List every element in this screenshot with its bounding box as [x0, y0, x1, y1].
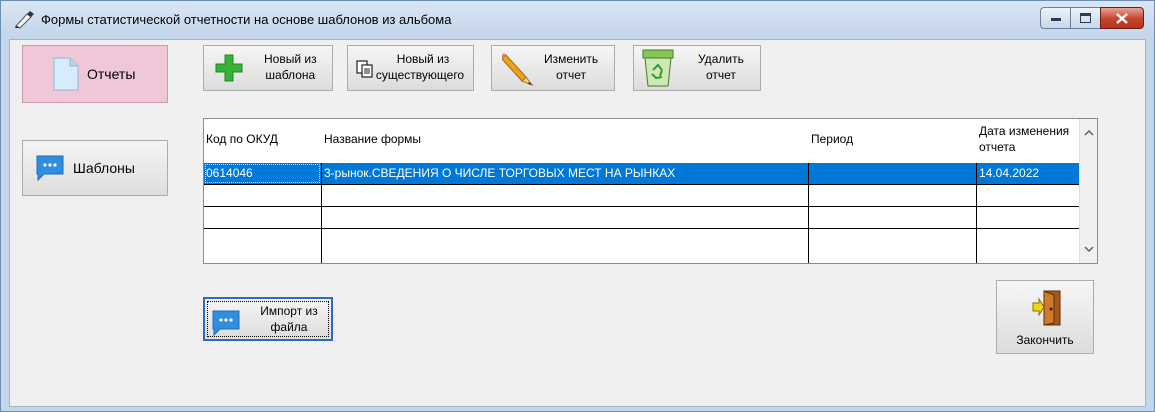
maximize-icon [1080, 13, 1091, 23]
close-button[interactable] [1100, 7, 1144, 29]
column-divider [808, 163, 809, 263]
minimize-icon [1050, 18, 1061, 21]
recycle-bin-icon [642, 49, 674, 87]
delete-report-label-2: отчет [705, 68, 736, 82]
minimize-button[interactable] [1040, 7, 1070, 29]
table-row[interactable] [204, 185, 1080, 207]
scroll-down-button[interactable] [1080, 239, 1097, 259]
import-label-2: файла [270, 320, 308, 334]
templates-label: Шаблоны [73, 160, 135, 176]
column-header-date-changed[interactable]: Дата изменения отчета [979, 123, 1079, 167]
app-icon [15, 11, 34, 29]
cell-date: 14.04.2022 [979, 166, 1040, 180]
table-scrollbar[interactable] [1079, 119, 1097, 263]
table-row[interactable] [204, 229, 1080, 251]
new-from-template-label-2: шаблона [265, 68, 316, 82]
templates-button[interactable]: Шаблоны [22, 140, 168, 196]
import-label-1: Импорт из [260, 304, 318, 318]
reports-label: Отчеты [87, 66, 136, 82]
new-from-template-label-1: Новый из [264, 52, 317, 66]
new-from-existing-label-2: существующего [375, 68, 465, 82]
edit-report-label-2: отчет [556, 68, 587, 82]
reports-button[interactable]: Отчеты [22, 45, 168, 103]
pencil-icon [502, 53, 534, 87]
cell-period [809, 163, 976, 184]
delete-report-button[interactable]: Удалить отчет [633, 45, 761, 91]
new-from-existing-label-1: Новый из [396, 52, 450, 66]
edit-report-button[interactable]: Изменить отчет [491, 45, 615, 91]
title-bar[interactable]: Формы статистической отчетности на основ… [1, 1, 1154, 39]
green-plus-icon [215, 54, 243, 82]
new-from-existing-button[interactable]: Новый из существующего [347, 45, 474, 91]
cell-form-name: 3-рынок.СВЕДЕНИЯ О ЧИСЛЕ ТОРГОВЫХ МЕСТ Н… [324, 166, 676, 180]
maximize-button[interactable] [1070, 7, 1100, 29]
finish-button[interactable]: Закончить [996, 280, 1094, 354]
chat-bubble-icon [212, 310, 240, 337]
column-divider [321, 163, 322, 263]
scroll-up-button[interactable] [1080, 123, 1097, 143]
import-from-file-button[interactable]: Импорт из файла [203, 297, 333, 341]
table-header: Код по ОКУД Название формы Период Дата и… [204, 119, 1080, 163]
close-icon [1116, 12, 1128, 24]
edit-report-label-1: Изменить [544, 52, 599, 66]
column-divider [976, 163, 977, 263]
window-title: Формы статистической отчетности на основ… [41, 12, 452, 27]
table-row[interactable]: 0614046 3-рынок.СВЕДЕНИЯ О ЧИСЛЕ ТОРГОВЫ… [204, 163, 1080, 185]
reports-table[interactable]: Код по ОКУД Название формы Период Дата и… [203, 118, 1098, 264]
delete-report-label-1: Удалить [698, 52, 744, 66]
document-icon [53, 57, 79, 91]
chevron-up-icon [1083, 130, 1094, 136]
finish-label: Закончить [1016, 333, 1074, 347]
new-from-template-button[interactable]: Новый из шаблона [203, 45, 333, 91]
chat-bubble-icon [36, 155, 64, 182]
cell-okud: 0614046 [204, 163, 321, 184]
table-row[interactable] [204, 207, 1080, 229]
chevron-down-icon [1083, 246, 1094, 252]
app-window: Формы статистической отчетности на основ… [0, 0, 1155, 412]
exit-door-icon [1032, 290, 1061, 326]
